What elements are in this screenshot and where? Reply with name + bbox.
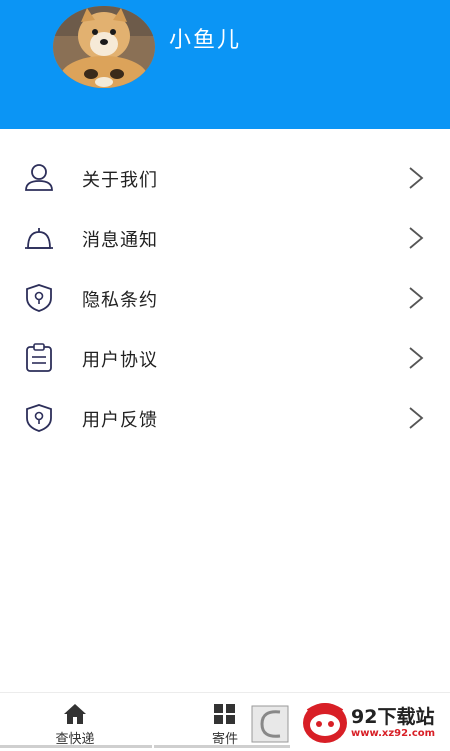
chevron-right-icon xyxy=(404,404,428,432)
shield-icon xyxy=(22,282,56,314)
user-icon xyxy=(22,162,56,194)
username: 小鱼儿 xyxy=(169,28,242,53)
tab-track-express[interactable]: 查快递 xyxy=(25,693,125,749)
avatar[interactable] xyxy=(53,6,155,88)
menu-item-label: 隐私条约 xyxy=(82,290,158,311)
tab-divider xyxy=(154,745,290,748)
shield-icon xyxy=(22,402,56,434)
watermark-text: 92下载站 xyxy=(351,706,435,728)
settings-menu: 关于我们 消息通知 隐私条约 用户协议 用户反馈 xyxy=(0,148,450,448)
chevron-right-icon xyxy=(404,224,428,252)
watermark-url: www.xz92.com xyxy=(351,728,436,739)
site-watermark: 92下载站 www.xz92.com xyxy=(296,694,450,750)
chevron-right-icon xyxy=(404,344,428,372)
clipboard-icon xyxy=(22,342,56,374)
profile-header: 小鱼儿 xyxy=(0,0,450,129)
menu-item-label: 消息通知 xyxy=(82,230,158,251)
grid-icon xyxy=(213,703,237,725)
watermark-logo-icon xyxy=(303,703,347,743)
tab-partial-icon[interactable] xyxy=(250,700,290,744)
menu-item-label: 用户协议 xyxy=(82,350,158,371)
menu-item-about[interactable]: 关于我们 xyxy=(0,148,450,208)
tab-divider xyxy=(0,745,152,748)
menu-item-notifications[interactable]: 消息通知 xyxy=(0,208,450,268)
bell-icon xyxy=(22,222,56,254)
home-icon xyxy=(63,703,87,725)
menu-item-privacy[interactable]: 隐私条约 xyxy=(0,268,450,328)
chevron-right-icon xyxy=(404,284,428,312)
chevron-right-icon xyxy=(404,164,428,192)
menu-item-feedback[interactable]: 用户反馈 xyxy=(0,388,450,448)
menu-item-label: 关于我们 xyxy=(82,170,158,191)
menu-item-user-agreement[interactable]: 用户协议 xyxy=(0,328,450,388)
menu-item-label: 用户反馈 xyxy=(82,410,158,431)
